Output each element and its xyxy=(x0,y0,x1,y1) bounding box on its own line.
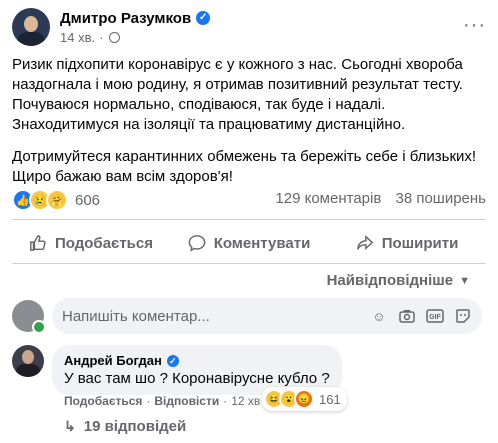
comment-button[interactable]: Коментувати xyxy=(170,229,328,257)
replies-label: 19 відповідей xyxy=(83,418,187,435)
post-text: Ризик підхопити коронавірус є у кожного … xyxy=(12,55,484,199)
commenter-name[interactable]: Андрей Богдан xyxy=(64,353,162,368)
post-paragraph-2: Дотримуйтеся карантинних обмежень та бер… xyxy=(12,148,477,185)
divider-bottom xyxy=(12,263,486,264)
comment-input[interactable]: Напишіть коментар... ☺ GIF xyxy=(52,298,482,334)
comment-reaction-count: 161 xyxy=(319,391,341,407)
care-icon: 🤗 xyxy=(46,189,68,211)
gif-icon[interactable]: GIF xyxy=(426,307,444,325)
comment-composer: Напишіть коментар... ☺ GIF xyxy=(12,298,482,334)
engagement-stats: 129 коментарів 38 поширень xyxy=(265,190,486,207)
commenter-name-row: Андрей Богдан ✓ xyxy=(64,353,330,368)
author-info: Дмитро Разумков ✓ 14 хв. · xyxy=(60,10,211,45)
like-label: Подобається xyxy=(55,234,153,252)
online-status-icon xyxy=(32,320,46,334)
reaction-count[interactable]: 606 xyxy=(75,192,100,209)
comment-like-link[interactable]: Подобається xyxy=(64,394,142,408)
like-button[interactable]: Подобається xyxy=(12,229,170,257)
divider-top xyxy=(12,219,486,220)
comment-reactions[interactable]: 😆 😮 😠 161 xyxy=(262,387,347,411)
chevron-down-icon: ▼ xyxy=(459,274,470,287)
comment-actions: Подобається · Відповісти · 12 хв xyxy=(64,394,260,408)
meta-separator: · xyxy=(99,29,104,45)
commenter-avatar-face xyxy=(22,350,34,364)
facebook-post: Дмитро Разумков ✓ 14 хв. · ··· Ризик під… xyxy=(0,0,498,443)
post-meta: 14 хв. · xyxy=(60,30,210,45)
commenter-avatar[interactable] xyxy=(12,345,44,377)
author-name[interactable]: Дмитро Разумков xyxy=(60,10,191,27)
comment-icon xyxy=(188,235,206,252)
globe-icon xyxy=(109,31,121,43)
author-name-row: Дмитро Разумков ✓ xyxy=(60,10,211,27)
share-label: Поширити xyxy=(381,234,459,252)
thumbs-up-icon xyxy=(30,235,46,251)
verified-badge-icon: ✓ xyxy=(166,354,179,367)
separator: · xyxy=(146,394,151,408)
view-replies-link[interactable]: ↳ 19 відповідей xyxy=(64,418,186,435)
comment-sort-dropdown[interactable]: Найвідповідніше ▼ xyxy=(327,272,470,289)
more-options-icon[interactable]: ··· xyxy=(463,14,486,37)
author-avatar[interactable] xyxy=(12,8,50,46)
comment-reply-link[interactable]: Відповісти xyxy=(154,394,219,408)
post-header: Дмитро Разумков ✓ 14 хв. · xyxy=(12,8,211,46)
comment-label: Коментувати xyxy=(213,234,311,252)
comments-count[interactable]: 129 коментарів xyxy=(275,190,381,207)
angry-icon: 😠 xyxy=(294,389,314,409)
emoji-icon[interactable]: ☺ xyxy=(370,307,388,325)
comment-time[interactable]: 12 хв xyxy=(231,394,260,408)
avatar-face xyxy=(24,16,38,32)
avatar-suit xyxy=(17,32,45,46)
post-time[interactable]: 14 хв. xyxy=(60,30,95,45)
reply-arrow-icon: ↳ xyxy=(64,418,76,434)
comment-text: У вас там шо ? Коронавірусне кубло ? xyxy=(64,370,330,387)
camera-icon[interactable] xyxy=(398,307,416,325)
comment-placeholder: Напишіть коментар... xyxy=(62,307,210,325)
share-button[interactable]: Поширити xyxy=(328,229,486,257)
current-user-avatar[interactable] xyxy=(12,300,46,334)
separator: · xyxy=(223,394,228,408)
post-actions: Подобається Коментувати Поширити xyxy=(12,229,486,257)
commenter-avatar-suit xyxy=(16,364,40,377)
sort-label: Найвідповідніше xyxy=(326,272,454,289)
shares-count[interactable]: 38 поширень xyxy=(395,190,486,207)
share-icon xyxy=(356,235,373,251)
reaction-summary[interactable]: 👍 😢 🤗 606 xyxy=(12,189,100,211)
sticker-icon[interactable] xyxy=(454,307,472,325)
svg-text:GIF: GIF xyxy=(429,314,441,321)
verified-badge-icon: ✓ xyxy=(196,11,211,25)
post-paragraph-1: Ризик підхопити коронавірус є у кожного … xyxy=(12,56,463,133)
